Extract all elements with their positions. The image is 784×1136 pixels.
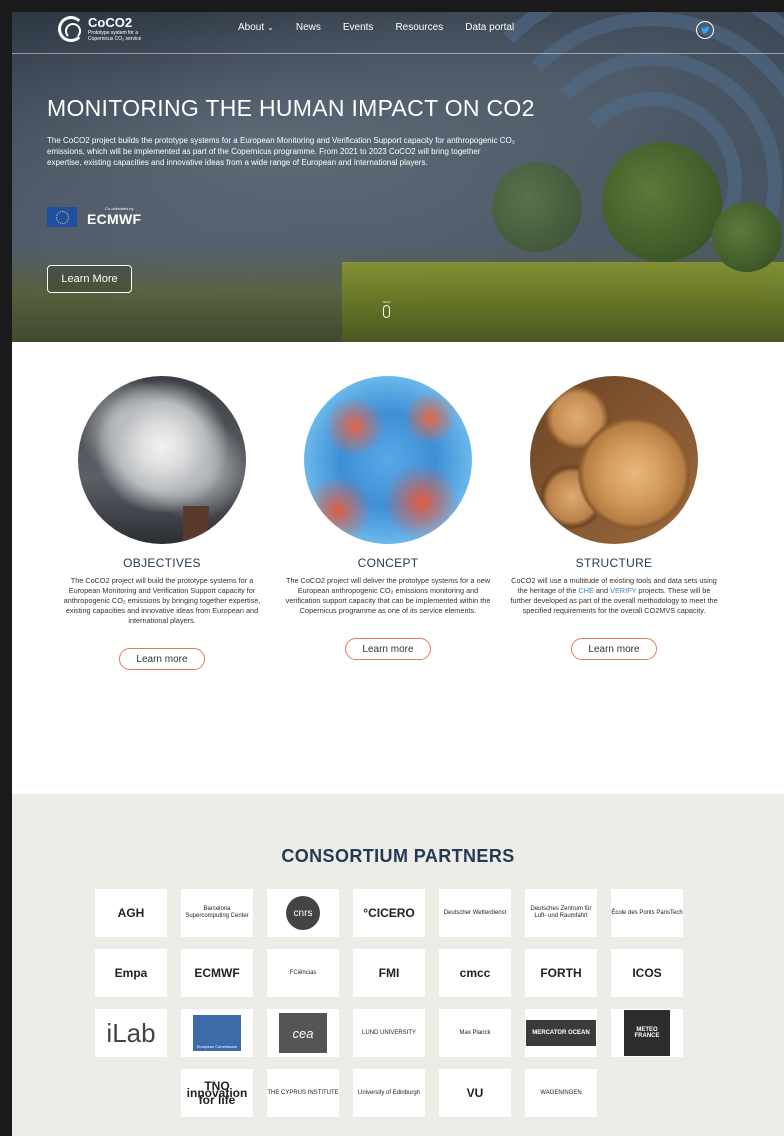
- feature-objectives: OBJECTIVES The CoCO2 project will build …: [55, 376, 269, 670]
- partner-logo-mercator[interactable]: MERCATOR OCEAN: [525, 1009, 597, 1057]
- nav-resources[interactable]: Resources: [395, 22, 443, 33]
- partner-logo-fciencias[interactable]: FCiências: [267, 949, 339, 997]
- log-stack-image: [530, 376, 698, 544]
- partner-logo-european-commission[interactable]: European Commission: [181, 1009, 253, 1057]
- twitter-icon[interactable]: [696, 21, 714, 39]
- site-logo[interactable]: CoCO2 Prototype system for a Copernicus …: [58, 16, 158, 42]
- hero-tree: [492, 162, 582, 252]
- partner-logo-forth[interactable]: FORTH: [525, 949, 597, 997]
- concept-learn-more-button[interactable]: Learn more: [345, 638, 431, 660]
- partner-logo-lund[interactable]: LUND UNIVERSITY: [353, 1009, 425, 1057]
- mouse-scroll-icon: [383, 305, 391, 318]
- nav-data-portal[interactable]: Data portal: [465, 22, 514, 33]
- verify-link[interactable]: VERIFY: [610, 586, 636, 595]
- smokestack-image: [78, 376, 246, 544]
- partner-logo-cnrs[interactable]: cnrs: [267, 889, 339, 937]
- feature-description: The CoCO2 project will deliver the proto…: [285, 576, 491, 615]
- feature-description: CoCO2 will use a multitude of existing t…: [510, 576, 718, 615]
- top-navbar: CoCO2 Prototype system for a Copernicus …: [12, 12, 784, 54]
- ecmwf-logo: Co-ordinated by ECMWF: [87, 206, 142, 227]
- partner-logo-wageningen[interactable]: WAGENINGEN: [525, 1069, 597, 1117]
- eu-flag-icon: [47, 206, 77, 227]
- partner-logo-bsc[interactable]: Barcelona Supercomputing Center: [181, 889, 253, 937]
- partner-logo-ecmwf[interactable]: ECMWF: [181, 949, 253, 997]
- nav-events[interactable]: Events: [343, 22, 374, 33]
- partner-logo-edinburgh[interactable]: University of Edinburgh: [353, 1069, 425, 1117]
- partner-logo-dlr[interactable]: Deutsches Zentrum für Luft- und Raumfahr…: [525, 889, 597, 937]
- partner-logo-fmi[interactable]: FMI: [353, 949, 425, 997]
- structure-learn-more-button[interactable]: Learn more: [571, 638, 657, 660]
- chevron-down-icon: ⌄: [267, 23, 274, 32]
- nav-about[interactable]: About ⌄: [238, 22, 274, 33]
- hero-learn-more-button[interactable]: Learn More: [47, 265, 132, 293]
- partner-logo-cea[interactable]: cea: [267, 1009, 339, 1057]
- coco2-logo-icon: [58, 16, 84, 42]
- objectives-learn-more-button[interactable]: Learn more: [119, 648, 205, 670]
- che-link[interactable]: CHE: [578, 586, 593, 595]
- hero-title: MONITORING THE HUMAN IMPACT ON CO2: [47, 95, 535, 121]
- features-section: OBJECTIVES The CoCO2 project will build …: [12, 342, 784, 794]
- feature-title: CONCEPT: [357, 556, 419, 570]
- partner-logo-empa[interactable]: Empa: [95, 949, 167, 997]
- scroll-indicator[interactable]: Scroll: [383, 300, 391, 318]
- feature-title: STRUCTURE: [575, 556, 653, 570]
- partner-logo-cmcc[interactable]: cmcc: [439, 949, 511, 997]
- main-nav: About ⌄ News Events Resources Data portal: [238, 22, 536, 33]
- satellite-map-image: [304, 376, 472, 544]
- partner-logo-tno[interactable]: TNO innovation for life: [181, 1069, 253, 1117]
- hero-tree: [712, 202, 782, 272]
- partners-section: CONSORTIUM PARTNERS AGH Barcelona Superc…: [12, 794, 784, 1136]
- partner-logo-enpc[interactable]: École des Ponts ParisTech: [611, 889, 683, 937]
- hero-section: CoCO2 Prototype system for a Copernicus …: [12, 12, 784, 342]
- logo-name: CoCO2: [88, 15, 133, 30]
- partner-logo-icos[interactable]: ICOS: [611, 949, 683, 997]
- feature-concept: CONCEPT The CoCO2 project will deliver t…: [281, 376, 495, 660]
- partner-logo-meteo-france[interactable]: METEO FRANCE: [611, 1009, 683, 1057]
- page: CoCO2 Prototype system for a Copernicus …: [12, 12, 784, 1136]
- partner-logo-ilab[interactable]: iLab: [95, 1009, 167, 1057]
- logo-subtitle: Prototype system for a Copernicus CO₂ se…: [88, 30, 142, 42]
- partner-logo-cicero[interactable]: °CICERO: [353, 889, 425, 937]
- feature-description: The CoCO2 project will build the prototy…: [63, 576, 261, 625]
- partner-logo-max-planck[interactable]: Max Planck: [439, 1009, 511, 1057]
- partners-title: CONSORTIUM PARTNERS: [281, 846, 515, 866]
- hero-partner-logos: Co-ordinated by ECMWF: [47, 206, 141, 227]
- partner-logo-cyprus-institute[interactable]: THE CYPRUS INSTITUTE: [267, 1069, 339, 1117]
- hero-field: [342, 262, 784, 342]
- partner-logo-agh[interactable]: AGH: [95, 889, 167, 937]
- nav-news[interactable]: News: [296, 22, 321, 33]
- partner-logo-vu[interactable]: VU: [439, 1069, 511, 1117]
- hero-description: The CoCO2 project builds the prototype s…: [47, 136, 515, 167]
- partner-logo-dwd[interactable]: Deutscher Wetterdienst: [439, 889, 511, 937]
- feature-structure: STRUCTURE CoCO2 will use a multitude of …: [507, 376, 721, 660]
- hero-tree: [602, 142, 722, 262]
- feature-title: OBJECTIVES: [123, 556, 201, 570]
